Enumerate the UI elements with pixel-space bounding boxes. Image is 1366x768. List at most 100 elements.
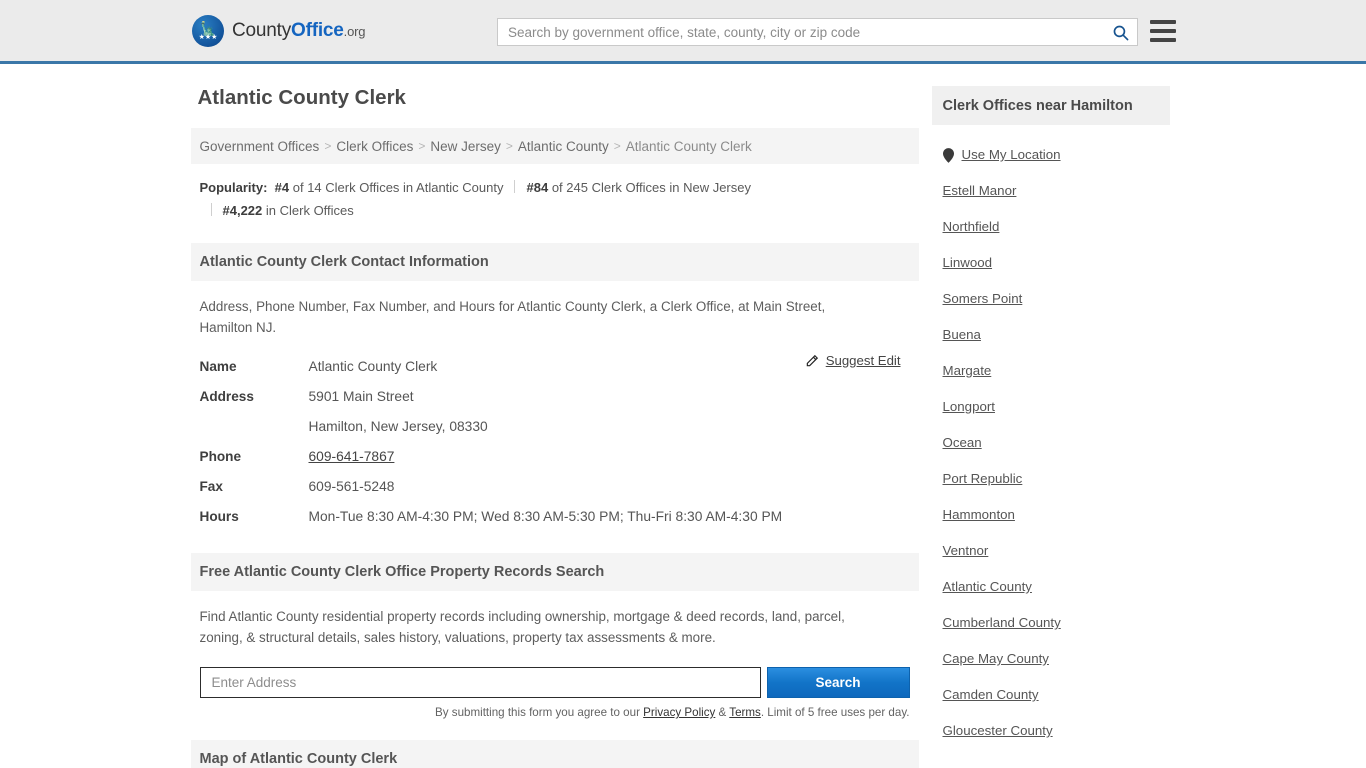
breadcrumb-item-3[interactable]: Atlantic County xyxy=(518,139,609,154)
property-search-button[interactable]: Search xyxy=(766,667,910,698)
detail-label-phone: Phone xyxy=(199,449,242,464)
suggest-edit-link[interactable]: Suggest Edit xyxy=(826,353,901,368)
sidebar-item-somers-point[interactable]: Somers Point xyxy=(943,281,1159,317)
sidebar-link-9[interactable]: Hammonton xyxy=(943,497,1015,533)
sidebar-link-2[interactable]: Linwood xyxy=(943,245,993,281)
detail-row-phone: Phone 609-641-7867 xyxy=(200,442,910,472)
sidebar-item-ocean[interactable]: Ocean xyxy=(943,425,1159,461)
privacy-policy-link[interactable]: Privacy Policy xyxy=(643,706,715,719)
logo-text-dotorg: .org xyxy=(343,23,366,39)
address-input[interactable] xyxy=(199,667,761,698)
popularity-text-0: of 14 Clerk Offices in Atlantic County xyxy=(292,180,504,195)
sidebar-item-hammonton[interactable]: Hammonton xyxy=(943,497,1159,533)
detail-row-fax: Fax 609-561-5248 xyxy=(200,472,910,502)
sidebar-item-northfield[interactable]: Northfield xyxy=(943,209,1159,245)
sidebar-item-longport[interactable]: Longport xyxy=(943,389,1159,425)
contact-section-header: Atlantic County Clerk Contact Informatio… xyxy=(190,243,919,281)
site-logo[interactable]: 🗽 ★★★ CountyOffice.org xyxy=(192,14,365,47)
phone-link[interactable]: 609-641-7867 xyxy=(309,449,395,464)
detail-row-address: Address 5901 Main Street Hamilton, New J… xyxy=(200,382,910,442)
popularity-row: Popularity: #4 of 14 Clerk Offices in At… xyxy=(191,164,919,222)
detail-value-phone: 609-641-7867 xyxy=(309,442,395,472)
search-icon[interactable] xyxy=(1103,19,1137,45)
detail-row-name: Name Atlantic County Clerk xyxy=(200,352,910,382)
detail-label-fax: Fax xyxy=(199,479,223,494)
sidebar-item-cumberland-county[interactable]: Cumberland County xyxy=(943,605,1159,641)
breadcrumb-separator-3: > xyxy=(613,139,621,153)
site-search-bar[interactable] xyxy=(497,18,1138,46)
popularity-text-1: of 245 Clerk Offices in New Jersey xyxy=(551,180,751,195)
breadcrumb-item-current: Atlantic County Clerk xyxy=(625,138,752,154)
sidebar-link-13[interactable]: Cape May County xyxy=(943,641,1049,677)
breadcrumb-item-2[interactable]: New Jersey xyxy=(430,139,501,154)
terms-link[interactable]: Terms xyxy=(729,706,761,719)
logo-text-county: County xyxy=(232,19,292,41)
sidebar-link-11[interactable]: Atlantic County xyxy=(943,569,1032,605)
sidebar-item-port-republic[interactable]: Port Republic xyxy=(943,461,1159,497)
sidebar-item-gloucester-county[interactable]: Gloucester County xyxy=(943,713,1159,749)
site-header: 🗽 ★★★ CountyOffice.org xyxy=(0,0,1366,64)
page-title: Atlantic County Clerk xyxy=(197,86,406,109)
logo-text-office: Office xyxy=(291,19,344,41)
sidebar-link-12[interactable]: Cumberland County xyxy=(943,605,1061,641)
detail-value-hours: Mon-Tue 8:30 AM-4:30 PM; Wed 8:30 AM-5:3… xyxy=(308,509,783,524)
detail-row-hours: Hours Mon-Tue 8:30 AM-4:30 PM; Wed 8:30 … xyxy=(200,502,910,532)
sidebar-link-8[interactable]: Port Republic xyxy=(943,461,1023,497)
sidebar-heading: Clerk Offices near Hamilton xyxy=(931,86,1170,125)
form-disclaimer-amp: & xyxy=(715,706,730,719)
sidebar-link-4[interactable]: Buena xyxy=(943,317,981,353)
sidebar-item-cape-may-county[interactable]: Cape May County xyxy=(943,641,1159,677)
property-search-form: Search xyxy=(199,667,910,698)
popularity-rank-2: #4,222 xyxy=(222,203,263,218)
hamburger-bar-3 xyxy=(1150,38,1176,42)
hamburger-bar-1 xyxy=(1150,20,1176,24)
suggest-edit[interactable]: Suggest Edit xyxy=(805,353,901,368)
detail-value-address: 5901 Main Street Hamilton, New Jersey, 0… xyxy=(309,382,488,442)
edit-pencil-icon xyxy=(805,354,819,368)
detail-label-address: Address xyxy=(199,389,254,404)
sidebar-link-5[interactable]: Margate xyxy=(943,353,992,389)
sidebar-item-atlantic-county[interactable]: Atlantic County xyxy=(943,569,1159,605)
search-input[interactable] xyxy=(498,24,1103,40)
detail-label-hours: Hours xyxy=(199,509,239,524)
breadcrumb-separator-0: > xyxy=(324,139,332,153)
property-search-description: Find Atlantic County residential propert… xyxy=(199,609,845,645)
form-disclaimer-suffix: . Limit of 5 free uses per day. xyxy=(760,706,910,719)
sidebar-link-6[interactable]: Longport xyxy=(943,389,996,425)
property-search-header: Free Atlantic County Clerk Office Proper… xyxy=(190,553,919,591)
property-search-body: Find Atlantic County residential propert… xyxy=(191,606,919,719)
detail-value-name: Atlantic County Clerk xyxy=(308,359,438,374)
detail-value-fax: 609-561-5248 xyxy=(308,479,395,494)
sidebar-link-10[interactable]: Ventnor xyxy=(943,533,989,569)
breadcrumb-separator-1: > xyxy=(418,139,426,153)
sidebar-item-linwood[interactable]: Linwood xyxy=(943,245,1159,281)
form-disclaimer: By submitting this form you agree to our… xyxy=(200,706,910,719)
sidebar-item-use-my-location[interactable]: Use My Location xyxy=(942,137,1159,173)
breadcrumb-item-0[interactable]: Government Offices xyxy=(200,139,320,154)
sidebar-link-14[interactable]: Camden County xyxy=(943,677,1039,713)
form-disclaimer-prefix: By submitting this form you agree to our xyxy=(435,706,644,719)
popularity-rank-1: #84 xyxy=(526,180,549,195)
eagle-shield-logo-icon: 🗽 ★★★ xyxy=(192,14,224,47)
sidebar-link-1[interactable]: Northfield xyxy=(943,209,1000,245)
contact-section-body: Address, Phone Number, Fax Number, and H… xyxy=(191,296,919,532)
popularity-divider-0 xyxy=(514,180,516,193)
sidebar-link-7[interactable]: Ocean xyxy=(943,425,982,461)
hamburger-menu-icon[interactable] xyxy=(1150,20,1176,42)
detail-value-address-line2: Hamilton, New Jersey, 08330 xyxy=(308,419,488,434)
sidebar-item-ventnor[interactable]: Ventnor xyxy=(943,533,1159,569)
sidebar-item-buena[interactable]: Buena xyxy=(943,317,1159,353)
logo-text: CountyOffice.org xyxy=(232,20,365,42)
sidebar-item-margate[interactable]: Margate xyxy=(943,353,1159,389)
sidebar-link-15[interactable]: Gloucester County xyxy=(943,713,1053,749)
sidebar-item-estell-manor[interactable]: Estell Manor xyxy=(943,173,1159,209)
sidebar-link-0[interactable]: Estell Manor xyxy=(943,173,1017,209)
sidebar-link-3[interactable]: Somers Point xyxy=(943,281,1023,317)
breadcrumb-item-1[interactable]: Clerk Offices xyxy=(336,139,413,154)
map-pin-icon xyxy=(942,147,954,163)
page-body: Atlantic County Clerk Government Offices… xyxy=(0,64,1366,768)
sidebar-item-camden-county[interactable]: Camden County xyxy=(943,677,1159,713)
popularity-rank-0: #4 xyxy=(274,180,290,195)
hamburger-bar-2 xyxy=(1150,29,1176,33)
use-my-location-link[interactable]: Use My Location xyxy=(962,137,1061,173)
